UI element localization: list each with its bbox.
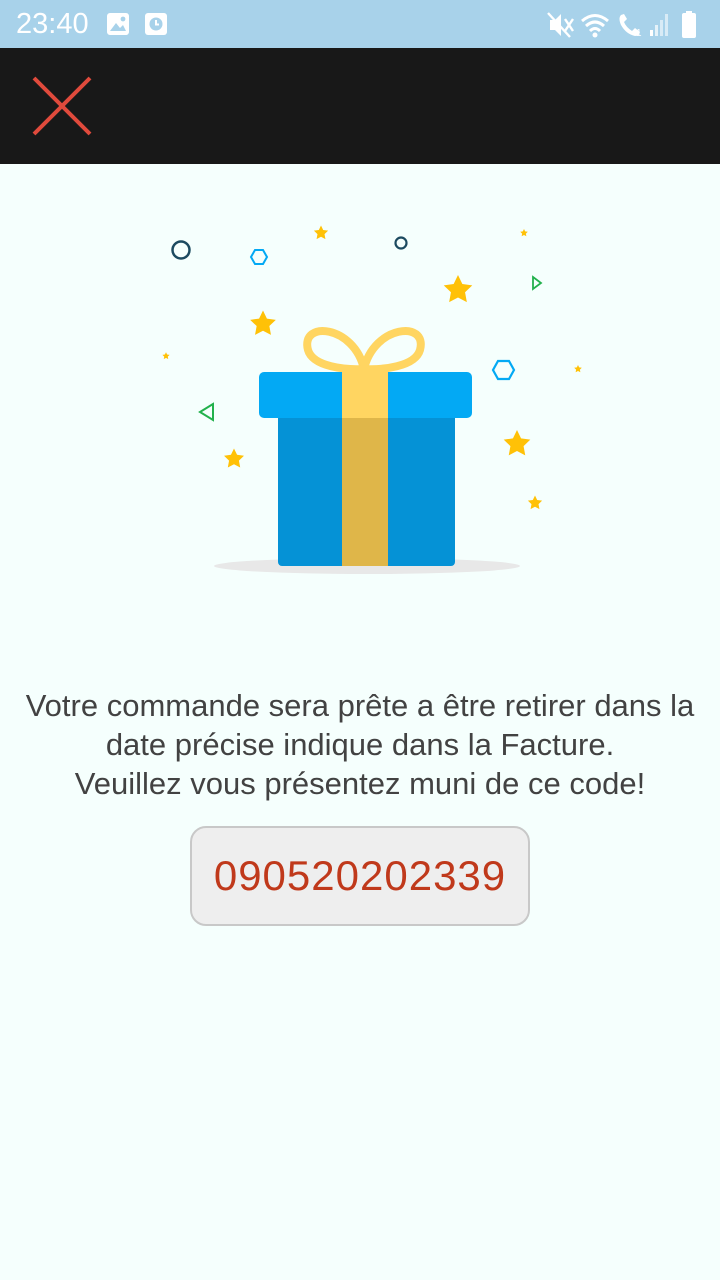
confetti-hexagon [491, 359, 516, 381]
gift-lid-ribbon [342, 372, 388, 418]
confetti-star [443, 275, 473, 303]
gift-illustration [150, 215, 590, 595]
pickup-message: Votre commande sera prête a être retirer… [0, 686, 720, 803]
confetti-star [162, 352, 170, 360]
close-icon [32, 76, 92, 136]
confetti-circle [394, 236, 408, 250]
status-time: 23:40 [16, 8, 89, 40]
confetti-triangle [532, 275, 543, 291]
top-toolbar [0, 48, 720, 164]
confetti-circle [171, 240, 191, 260]
confetti-star [527, 495, 543, 510]
confetti-hexagon [249, 249, 269, 265]
confetti-triangle [198, 402, 214, 422]
svg-text:1: 1 [636, 28, 642, 39]
pickup-code-box: 090520202339 [190, 826, 530, 926]
confetti-star [503, 430, 531, 456]
gift-ribbon [342, 412, 388, 566]
battery-icon [682, 11, 696, 38]
confetti-star [313, 225, 329, 240]
gift-bow [303, 327, 425, 374]
message-line-1: Votre commande sera prête a être retirer… [25, 688, 695, 723]
image-icon [107, 13, 129, 35]
signal-icon [650, 14, 668, 36]
close-button[interactable] [24, 68, 100, 144]
mute-icon [547, 12, 574, 38]
confetti-star [520, 229, 528, 237]
message-line-3: Veuillez vous présentez muni de ce code! [74, 766, 646, 801]
pickup-code: 090520202339 [213, 852, 507, 899]
confetti-star [224, 448, 244, 468]
status-bar: 23:40 1 [0, 0, 720, 48]
confetti-star [250, 310, 276, 335]
status-left-icons [106, 12, 170, 43]
message-line-2: date précise indique dans la Facture. [105, 727, 615, 762]
confetti-star [574, 365, 582, 373]
status-right-icons: 1 [546, 10, 706, 45]
wifi-icon [581, 14, 609, 38]
clock-icon [145, 13, 167, 35]
wifi-calling-icon: 1 [619, 14, 642, 39]
